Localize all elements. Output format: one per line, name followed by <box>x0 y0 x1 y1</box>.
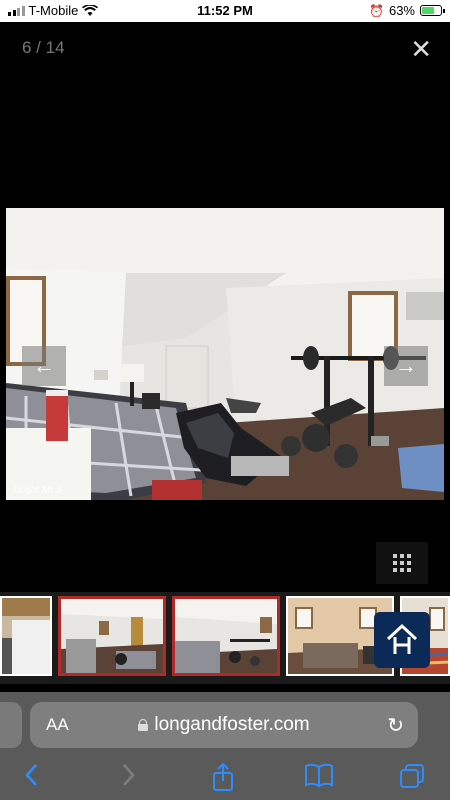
next-photo-button[interactable]: → <box>384 346 428 386</box>
address-bar[interactable]: AA longandfoster.com ↻ <box>30 702 418 748</box>
lock-icon <box>138 719 149 731</box>
back-button[interactable] <box>22 762 42 788</box>
photo-viewer: 6 / 14 ✕ bright MLS ← → <box>0 22 450 692</box>
grid-view-button[interactable] <box>376 542 428 584</box>
thumbnail[interactable] <box>58 596 166 676</box>
house-logo-icon <box>386 623 418 654</box>
bookmarks-button[interactable] <box>304 762 334 788</box>
status-bar: T-Mobile 11:52 PM ⏰ 63% <box>0 0 450 22</box>
main-photo: bright MLS <box>6 208 444 500</box>
battery-icon <box>420 5 445 16</box>
status-right: ⏰ 63% <box>369 3 445 18</box>
previous-tab-stub[interactable] <box>0 702 22 748</box>
thumbnail[interactable] <box>0 596 52 676</box>
forward-button[interactable] <box>118 762 138 788</box>
share-button[interactable] <box>210 762 236 792</box>
previous-photo-button[interactable]: ← <box>22 346 66 386</box>
battery-percent: 63% <box>388 3 415 18</box>
close-button[interactable]: ✕ <box>410 34 432 65</box>
mls-watermark: bright MLS <box>14 485 63 496</box>
url-text: longandfoster.com <box>154 714 310 735</box>
thumbnail[interactable] <box>172 596 280 676</box>
browser-toolbar <box>0 754 450 800</box>
alarm-icon: ⏰ <box>369 3 384 18</box>
browser-chrome: AA longandfoster.com ↻ <box>0 692 450 800</box>
reload-button[interactable]: ↻ <box>387 713 404 738</box>
grid-icon <box>393 554 411 572</box>
url-display: longandfoster.com <box>30 714 418 736</box>
photo-counter: 6 / 14 <box>22 38 65 57</box>
tabs-button[interactable] <box>398 762 426 790</box>
brand-logo-button[interactable] <box>374 612 430 668</box>
